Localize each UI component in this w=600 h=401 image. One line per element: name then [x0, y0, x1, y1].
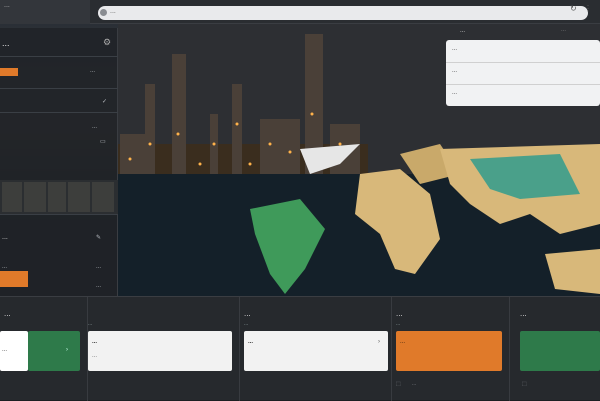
row-b-value: ...	[96, 283, 102, 289]
panel-4: ... ... ... ⬚ ...	[392, 297, 510, 401]
panel-3: ... ... ... ›	[240, 297, 392, 401]
panel-5-title: ...	[520, 309, 527, 318]
site-icon	[100, 9, 107, 16]
settings-gear-icon[interactable]: ⚙	[103, 37, 111, 48]
section-title: ...	[2, 234, 8, 241]
panel-3-title: ...	[244, 309, 251, 318]
panel-1-card-white[interactable]: ...	[0, 331, 28, 371]
bottom-panels: ... ... › ... ... ... ... ... ... › ... …	[0, 296, 600, 401]
panel-4-foot: ...	[412, 381, 417, 387]
dropdown-popover: ... ... ...	[446, 40, 600, 106]
panel-2: ... ... ...	[88, 297, 240, 401]
panel-1-card-text: ...	[2, 347, 8, 353]
tab-label: ...	[4, 2, 10, 9]
left-panel: ... ⚙ ... ✓ ... ▭ ... ✎ ... ... ...	[0, 28, 118, 296]
menu-icon[interactable]: ⋮	[584, 4, 592, 13]
panel-4-card-title: ...	[400, 339, 406, 345]
row-a-value: ...	[96, 264, 102, 270]
panel-3-card-title: ...	[248, 339, 254, 345]
panel-1-title: ...	[4, 309, 11, 318]
address-bar[interactable]: ...	[98, 6, 588, 20]
thumbnail-strip	[0, 180, 118, 214]
panel-3-sub: ...	[244, 321, 249, 327]
value-1: ...	[90, 68, 96, 74]
toggle-icon[interactable]: ▭	[100, 138, 106, 145]
popover-item-3[interactable]: ...	[452, 90, 457, 96]
value-2: ...	[92, 124, 98, 130]
popover-title: ...	[460, 28, 466, 34]
popover-item-1[interactable]: ...	[452, 46, 457, 52]
orange-tag[interactable]	[0, 68, 18, 76]
edit-icon[interactable]: ✎	[96, 234, 101, 241]
panel-title: ...	[2, 38, 10, 48]
panel-1-card-green[interactable]: ›	[28, 331, 80, 371]
popover-close-link[interactable]: ⋯	[561, 28, 566, 34]
panel-4-title: ...	[396, 309, 403, 318]
panel-2-card[interactable]: ... ...	[88, 331, 232, 371]
check-icon[interactable]: ✓	[102, 98, 107, 105]
reload-icon[interactable]: ↻	[570, 4, 577, 13]
browser-topbar: ... ... ↻ ⋮	[0, 0, 600, 24]
panel-4-icon: ⬚	[396, 381, 401, 387]
browser-tab[interactable]: ...	[0, 0, 90, 24]
panel-2-card-line: ...	[92, 353, 98, 359]
panel-5-icon: ⬚	[522, 381, 527, 387]
row-a: ...	[2, 264, 8, 270]
panel-5-card[interactable]	[520, 331, 600, 371]
panel-4-sub: ...	[396, 321, 401, 327]
panel-2-sub: ...	[88, 321, 93, 327]
panel-2-card-title: ...	[92, 339, 98, 345]
address-text: ...	[110, 8, 116, 15]
primary-button[interactable]	[0, 271, 28, 287]
arrow-right-icon: ›	[66, 347, 68, 353]
panel-3-card[interactable]: ... ›	[244, 331, 388, 371]
popover-item-2[interactable]: ...	[452, 68, 457, 74]
panel-1: ... ... ›	[0, 297, 88, 401]
panel-4-card[interactable]: ...	[396, 331, 502, 371]
panel-3-chevron-icon[interactable]: ›	[378, 339, 380, 345]
panel-5: ... ⬚	[510, 297, 600, 401]
